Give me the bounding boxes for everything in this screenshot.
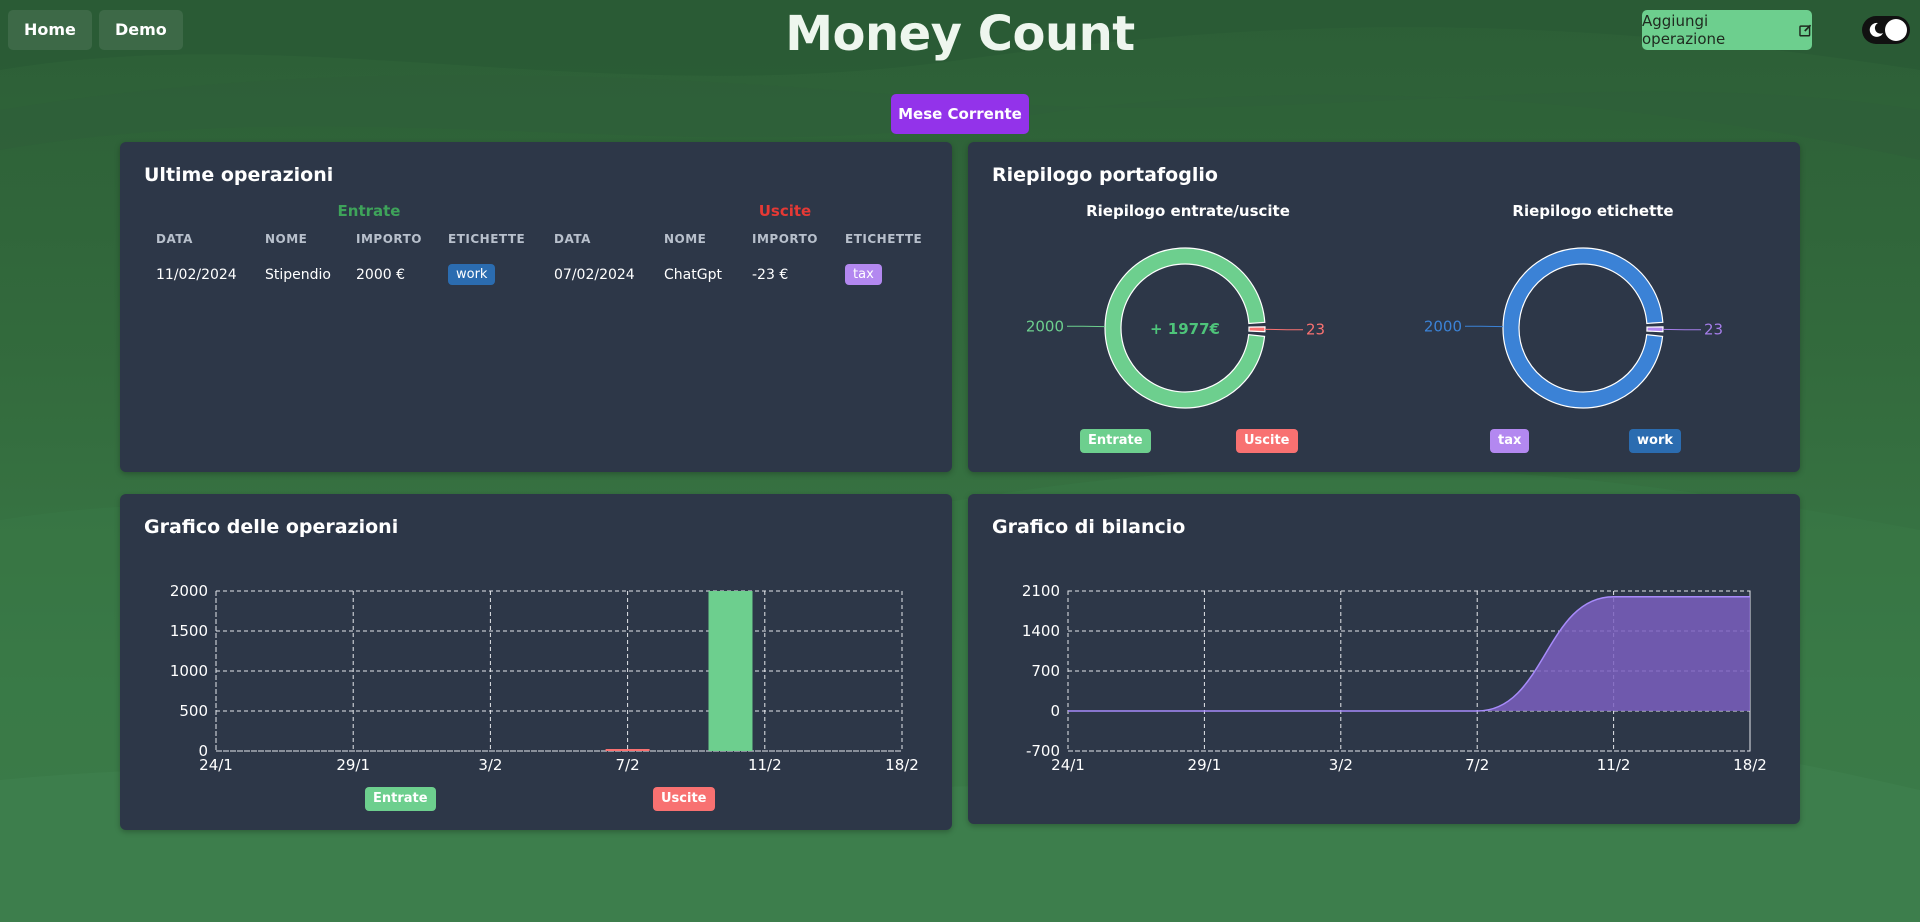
- tags-summary-title: Riepilogo etichette: [1512, 202, 1674, 220]
- x-tick-label: 18/2: [1733, 756, 1767, 774]
- y-tick-label: 1400: [1022, 622, 1060, 640]
- expense-name: ChatGpt: [664, 266, 722, 283]
- x-tick-label: 7/2: [1465, 756, 1489, 774]
- top-bar: Home Demo Money Count Aggiungi operazion…: [0, 0, 1920, 62]
- tag-work[interactable]: work: [448, 264, 496, 285]
- balance-area: [1068, 596, 1750, 711]
- donut-value-label: 2000: [1424, 317, 1462, 335]
- table-header-row: DATA NOME IMPORTO ETICHETTE DATA NOME IM…: [156, 232, 925, 258]
- col-date: DATA: [554, 232, 591, 246]
- theme-toggle[interactable]: [1862, 16, 1910, 44]
- last-operations-title: Ultime operazioni: [144, 164, 334, 186]
- col-name: NOME: [664, 232, 707, 246]
- donut-value-label: 2000: [1026, 317, 1064, 335]
- tag-tax[interactable]: tax: [845, 264, 882, 285]
- tags-donut: 2000 23: [1424, 247, 1723, 409]
- income-name: Stipendio: [265, 266, 331, 283]
- y-tick-label: 2100: [1022, 582, 1060, 600]
- legend-work[interactable]: work: [1629, 429, 1681, 453]
- legend-uscite[interactable]: Uscite: [653, 787, 715, 811]
- balance-area-chart: -70007001400210024/1 29/1 3/2 7/2 11/2 18/2: [1022, 582, 1767, 774]
- col-tags: ETICHETTE: [845, 232, 923, 246]
- operations-bar-chart: 050010001500200024/1 29/1 3/2 7/2 11/2 18/2: [170, 582, 919, 774]
- add-operation-button[interactable]: Aggiungi operazione: [1642, 10, 1812, 50]
- io-summary-title: Riepilogo entrate/uscite: [1086, 202, 1290, 220]
- expense-amount: -23 €: [752, 266, 789, 283]
- y-tick-label: 700: [1031, 662, 1060, 680]
- income-header: Entrate: [337, 202, 401, 220]
- expense-header: Uscite: [758, 202, 812, 220]
- legend-tax[interactable]: tax: [1490, 429, 1530, 453]
- donut-value-label: 23: [1704, 321, 1723, 339]
- donut-slice-tax[interactable]: [1646, 326, 1664, 333]
- donut-slice-work[interactable]: [1502, 247, 1664, 409]
- donut-slice-uscite[interactable]: [1248, 326, 1266, 333]
- x-tick-label: 24/1: [199, 756, 233, 774]
- current-month-button[interactable]: Mese Corrente: [891, 94, 1029, 134]
- y-tick-label: 2000: [170, 582, 208, 600]
- portfolio-title: Riepilogo portafoglio: [992, 164, 1218, 186]
- income-amount: 2000 €: [356, 266, 405, 283]
- col-date: DATA: [156, 232, 193, 246]
- col-amount: IMPORTO: [752, 232, 818, 246]
- table-row[interactable]: 11/02/2024 Stipendio 2000 € work 07/02/2…: [156, 258, 925, 291]
- last-operations-card: Ultime operazioni Entrate Uscite DATA NO…: [120, 142, 952, 472]
- legend-uscite[interactable]: Uscite: [1236, 429, 1298, 453]
- bar-uscite[interactable]: [605, 749, 650, 751]
- x-tick-label: 24/1: [1051, 756, 1085, 774]
- portfolio-summary-card: Riepilogo portafoglio Riepilogo entrate/…: [968, 142, 1800, 472]
- donut-value-label: 23: [1306, 321, 1325, 339]
- toggle-knob: [1885, 19, 1907, 41]
- moon-icon: [1869, 22, 1883, 37]
- legend-entrate[interactable]: Entrate: [1080, 429, 1151, 453]
- x-tick-label: 18/2: [885, 756, 919, 774]
- edit-square-icon: [1798, 24, 1811, 37]
- y-tick-label: 0: [1050, 702, 1060, 720]
- x-tick-label: 11/2: [748, 756, 782, 774]
- x-tick-label: 3/2: [478, 756, 502, 774]
- app-title: Money Count: [785, 6, 1135, 62]
- donut-center-label: + 1977€: [1150, 320, 1220, 338]
- x-tick-label: 29/1: [1188, 756, 1222, 774]
- expense-date: 07/02/2024: [554, 266, 635, 283]
- y-tick-label: 1000: [170, 662, 208, 680]
- x-tick-label: 3/2: [1329, 756, 1353, 774]
- balance-chart-card: Grafico di bilancio -700 0 700 1400 2100 24/1…: [968, 494, 1800, 824]
- x-tick-label: 11/2: [1597, 756, 1631, 774]
- col-tags: ETICHETTE: [448, 232, 526, 246]
- add-operation-label: Aggiungi operazione: [1642, 12, 1726, 48]
- operations-chart-card: Grafico delle operazioni 0 500 1000 1500 200…: [120, 494, 952, 830]
- col-amount: IMPORTO: [356, 232, 422, 246]
- income-date: 11/02/2024: [156, 266, 237, 283]
- y-tick-label: 500: [179, 702, 208, 720]
- legend-entrate[interactable]: Entrate: [365, 787, 436, 811]
- operations-table: DATA NOME IMPORTO ETICHETTE DATA NOME IM…: [156, 232, 925, 291]
- bar-entrate[interactable]: [708, 591, 753, 751]
- y-tick-label: 1500: [170, 622, 208, 640]
- col-name: NOME: [265, 232, 308, 246]
- io-donut: 2000 23 + 1977€: [1026, 247, 1325, 409]
- x-tick-label: 29/1: [336, 756, 370, 774]
- x-tick-label: 7/2: [616, 756, 640, 774]
